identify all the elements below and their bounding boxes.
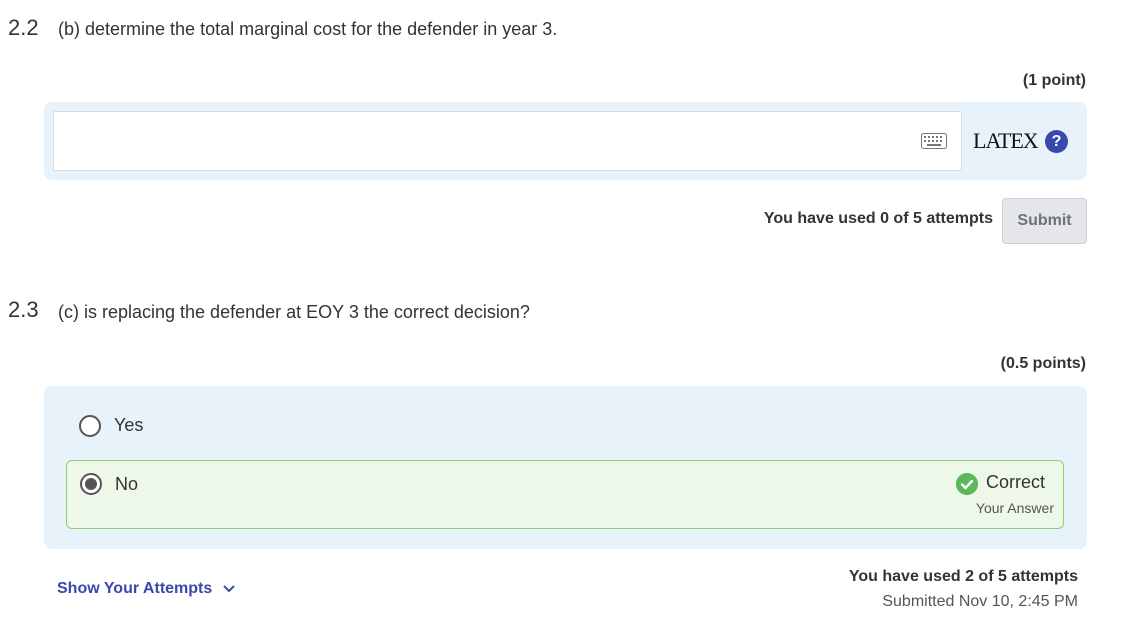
help-icon[interactable]: ? <box>1045 130 1068 153</box>
question-text-2-2: (b) determine the total marginal cost fo… <box>58 19 558 39</box>
keyboard-icon[interactable] <box>921 133 947 149</box>
show-attempts-link[interactable]: Show Your Attempts <box>57 580 235 598</box>
points-2-2: (1 point) <box>1022 72 1086 89</box>
points-2-3: (0.5 points) <box>1000 355 1086 372</box>
submit-button[interactable]: Submit <box>1002 198 1087 244</box>
your-answer-label: Your Answer <box>975 500 1054 516</box>
option-label-yes[interactable]: Yes <box>114 415 143 436</box>
attempts-count-2-2: You have used 0 of 5 attempts <box>763 210 993 227</box>
correct-answer-box: No Correct Your Answer <box>66 460 1064 529</box>
options-panel-2-3: Yes No Correct Your Answer <box>44 386 1087 549</box>
check-circle-icon <box>956 473 978 495</box>
result-label: Correct <box>986 472 1046 492</box>
question-number-2-2: 2.2 <box>8 15 39 40</box>
question-text-2-3: (c) is replacing the defender at EOY 3 t… <box>58 302 530 322</box>
attempts-count-2-3: You have used 2 of 5 attempts <box>848 568 1078 585</box>
answer-panel-2-2: LATEX ? <box>44 102 1087 180</box>
latex-label-text: LATEX <box>973 128 1039 153</box>
show-attempts-label: Show Your Attempts <box>57 580 213 597</box>
chevron-down-icon <box>223 585 235 593</box>
option-label-no[interactable]: No <box>115 474 138 495</box>
question-number-2-3: 2.3 <box>8 297 39 322</box>
radio-yes[interactable] <box>79 415 101 437</box>
answer-input[interactable] <box>53 111 962 171</box>
submitted-timestamp: Submitted Nov 10, 2:45 PM <box>882 593 1078 610</box>
latex-button[interactable]: LATEX <box>973 128 1039 154</box>
radio-no[interactable] <box>80 473 102 495</box>
